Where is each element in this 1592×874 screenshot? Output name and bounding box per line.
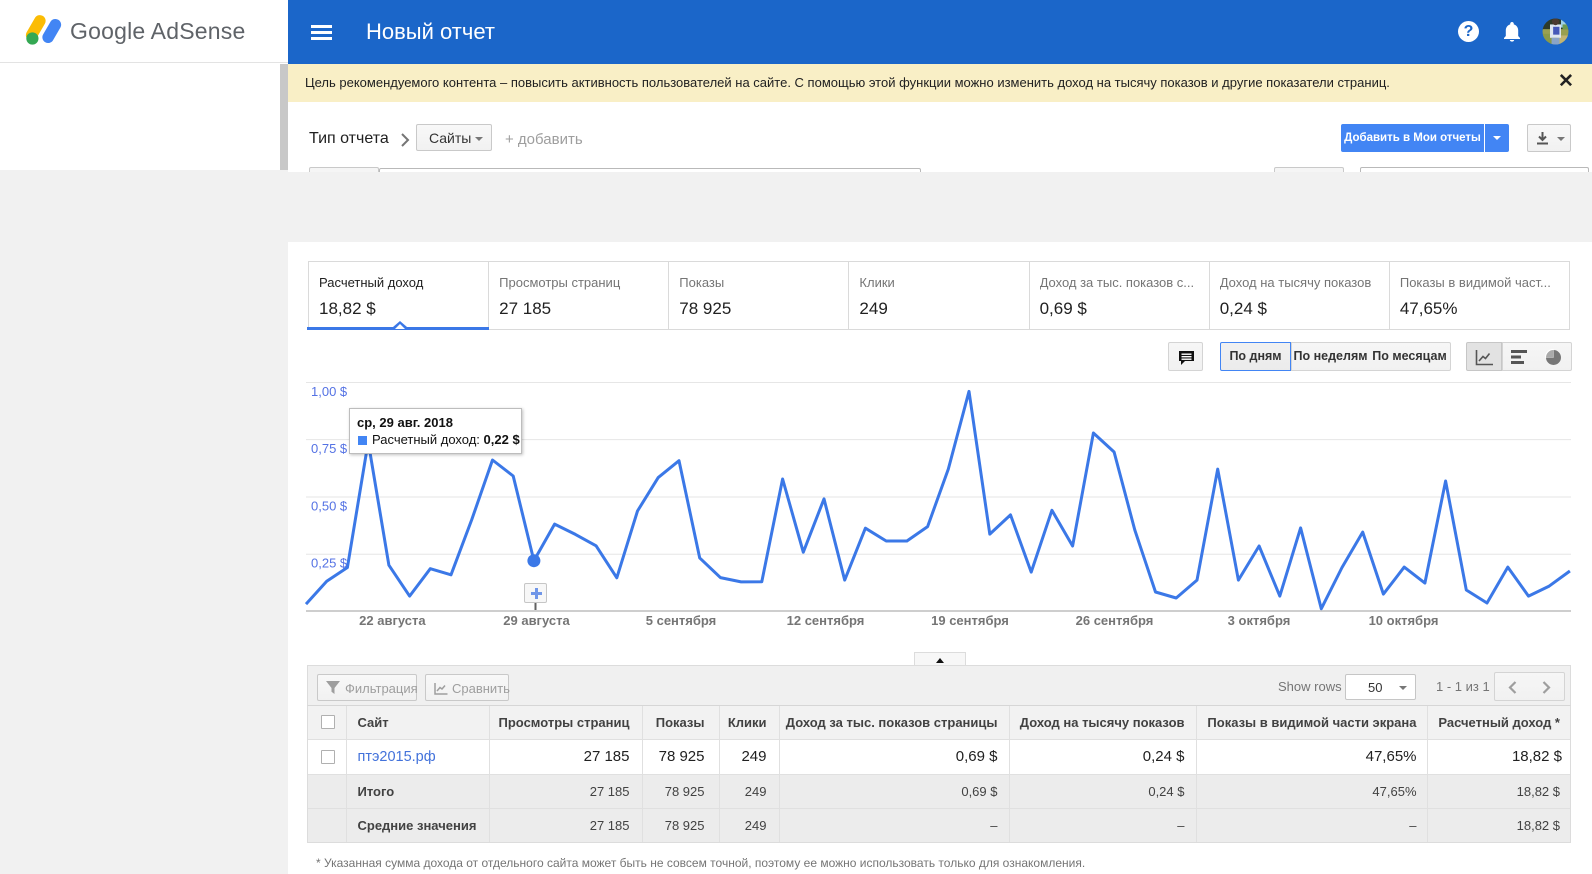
svg-text:26 сентября: 26 сентября — [1076, 613, 1154, 628]
svg-text:0,50 $: 0,50 $ — [311, 499, 348, 514]
svg-text:19 сентября: 19 сентября — [931, 613, 1009, 628]
svg-text:0,75 $: 0,75 $ — [311, 441, 348, 456]
svg-text:12 сентября: 12 сентября — [787, 613, 865, 628]
svg-text:1,00 $: 1,00 $ — [311, 384, 348, 399]
svg-text:29 августа: 29 августа — [503, 613, 570, 628]
svg-text:22 августа: 22 августа — [359, 613, 426, 628]
svg-text:5 сентября: 5 сентября — [646, 613, 717, 628]
svg-text:10 октября: 10 октября — [1369, 613, 1439, 628]
svg-text:3 октября: 3 октября — [1228, 613, 1291, 628]
svg-text:0,25 $: 0,25 $ — [311, 556, 348, 571]
